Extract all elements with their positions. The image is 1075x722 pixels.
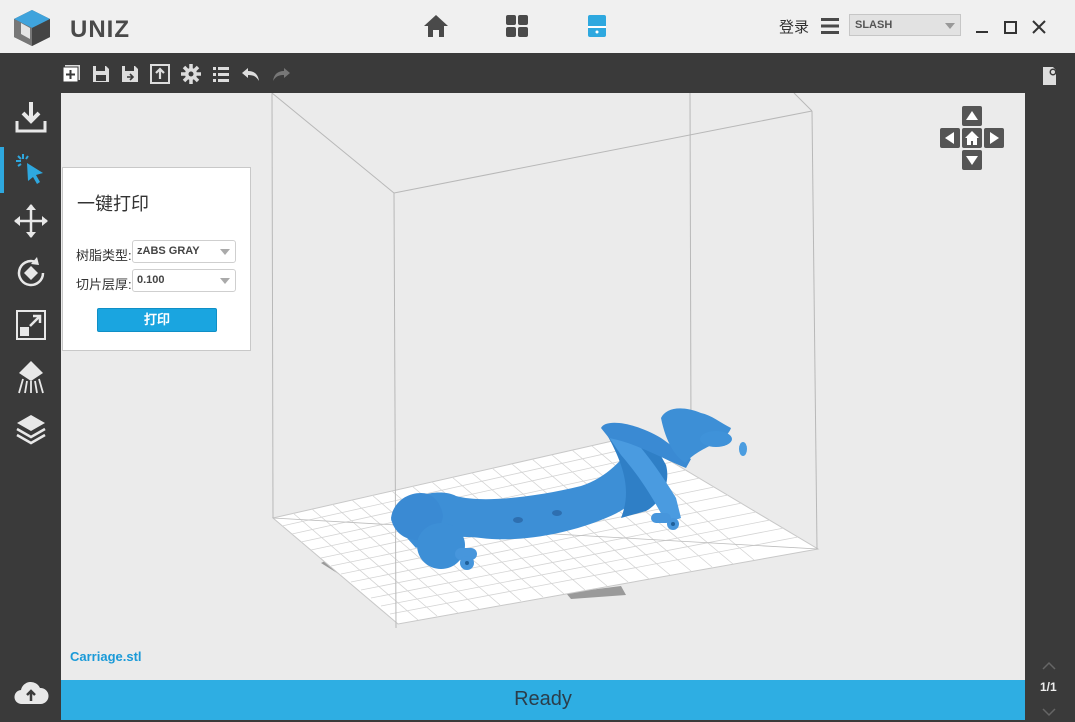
page-indicator: 1/1 xyxy=(1040,680,1057,694)
title-bar: UNIZ 登录 SLASH xyxy=(0,0,1075,53)
save-as-icon[interactable] xyxy=(119,63,141,85)
minimize-icon[interactable] xyxy=(973,18,991,36)
status-bar: Ready xyxy=(61,680,1025,720)
status-text: Ready xyxy=(514,688,572,710)
view-down-icon[interactable] xyxy=(962,150,982,170)
move-icon[interactable] xyxy=(13,203,49,239)
active-tool-indicator xyxy=(0,147,4,193)
select-cursor-icon[interactable] xyxy=(13,151,49,187)
device-select-value: SLASH xyxy=(855,19,893,31)
toolbar xyxy=(60,53,1025,93)
cloud-upload-icon[interactable] xyxy=(13,678,49,714)
resin-type-label: 树脂类型: xyxy=(76,248,132,263)
close-icon[interactable] xyxy=(1030,18,1048,36)
page-up-icon[interactable] xyxy=(1041,658,1057,670)
right-bar xyxy=(1025,53,1075,720)
gear-icon[interactable] xyxy=(180,63,202,85)
view-right-icon[interactable] xyxy=(984,128,1004,148)
resin-type-select[interactable]: zABS GRAY xyxy=(132,240,236,263)
layer-thickness-value: 0.100 xyxy=(137,274,165,286)
printer-tab-icon[interactable] xyxy=(583,12,613,42)
view-left-icon[interactable] xyxy=(940,128,960,148)
chevron-down-icon xyxy=(220,249,230,255)
rotate-icon[interactable] xyxy=(13,255,49,291)
layer-thickness-select[interactable]: 0.100 xyxy=(132,269,236,292)
chevron-down-icon xyxy=(220,278,230,284)
device-select[interactable]: SLASH xyxy=(849,14,961,36)
layer-thickness-label: 切片层厚: xyxy=(76,277,132,292)
list-icon[interactable] xyxy=(210,63,232,85)
one-click-print-panel: 一键打印 树脂类型: zABS GRAY 切片层厚: 0.100 打印 xyxy=(62,167,251,351)
layout-grid-icon[interactable] xyxy=(503,12,533,42)
save-icon[interactable] xyxy=(90,63,112,85)
support-icon[interactable] xyxy=(13,359,49,395)
view-home-icon[interactable] xyxy=(962,128,982,148)
redo-icon[interactable] xyxy=(270,63,292,85)
maximize-icon[interactable] xyxy=(1001,18,1019,36)
page-down-icon[interactable] xyxy=(1041,704,1057,717)
print-button[interactable]: 打印 xyxy=(97,308,217,332)
view-up-icon[interactable] xyxy=(962,106,982,126)
chevron-down-icon xyxy=(945,23,955,29)
left-sidebar xyxy=(0,93,61,720)
scale-icon[interactable] xyxy=(13,307,49,343)
add-file-icon[interactable] xyxy=(61,63,83,85)
uniz-logo: UNIZ xyxy=(12,8,129,46)
brand-name: UNIZ xyxy=(70,16,130,43)
panel-title: 一键打印 xyxy=(77,194,149,214)
home-icon[interactable] xyxy=(422,12,452,42)
resin-type-value: zABS GRAY xyxy=(137,245,200,257)
login-link[interactable]: 登录 xyxy=(779,16,809,37)
export-icon[interactable] xyxy=(149,63,171,85)
import-download-icon[interactable] xyxy=(13,99,49,135)
menu-icon[interactable] xyxy=(820,15,840,37)
model-info-icon[interactable] xyxy=(1039,64,1061,88)
layers-icon[interactable] xyxy=(13,411,49,447)
undo-icon[interactable] xyxy=(240,63,262,85)
model-filename: Carriage.stl xyxy=(70,649,142,664)
